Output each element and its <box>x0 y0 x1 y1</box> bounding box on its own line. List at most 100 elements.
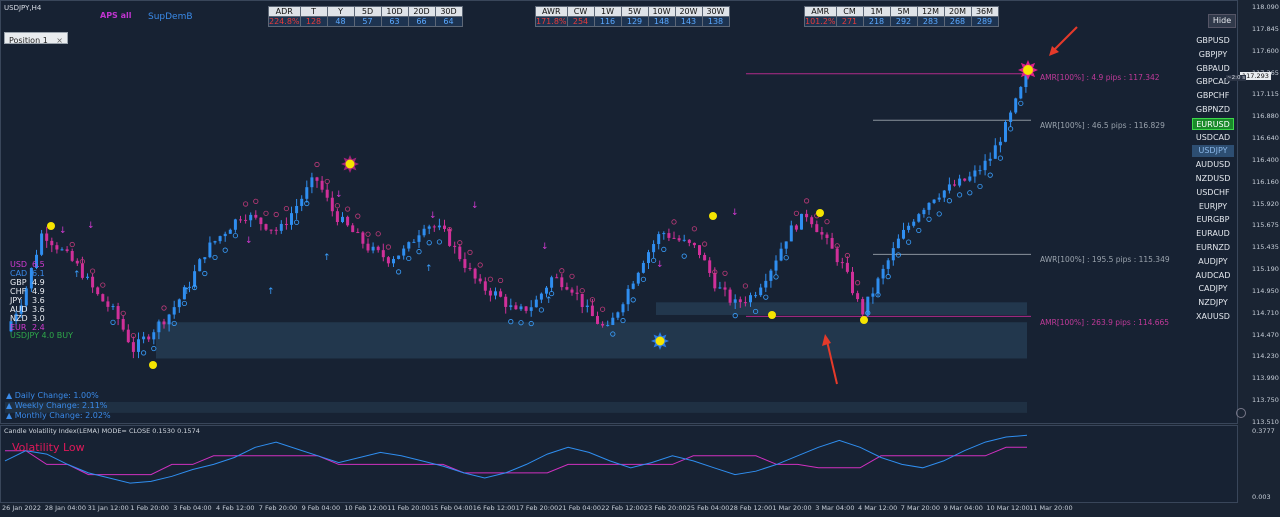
pair-button-cadjpy[interactable]: CADJPY <box>1192 283 1234 295</box>
candle-body <box>993 145 997 159</box>
time-tick-label: 22 Feb 12:00 <box>601 504 644 512</box>
candle-body <box>254 214 258 218</box>
candle-body <box>856 293 860 300</box>
pair-button-eurgbp[interactable]: EURGBP <box>1192 214 1234 226</box>
pair-button-usdcad[interactable]: USDCAD <box>1192 132 1234 144</box>
candle-body <box>687 239 691 243</box>
pair-button-gbpjpy[interactable]: GBPJPY <box>1192 49 1234 61</box>
trend-dot <box>916 227 922 234</box>
main-chart-pane[interactable]: ↑ ↑ ↑ ↑ ↑ ↑ ↓ ↓ ↓ ↓ ↓ ↓ ↓ ↓ ↓ <box>0 0 1238 424</box>
candle-body <box>932 199 936 203</box>
price-tick-label: 117.845 <box>1252 24 1279 33</box>
candle-body <box>1004 121 1007 142</box>
trend-dot <box>477 262 483 268</box>
pair-button-eurusd[interactable]: EURUSD <box>1192 117 1234 130</box>
candle-body <box>983 160 987 171</box>
candle-body <box>351 225 355 233</box>
sell-arrow-icon: ↓ <box>541 242 549 252</box>
candle-body <box>305 187 309 199</box>
candle-body <box>443 225 446 229</box>
currency-strength-row: GBP 4.9 <box>10 278 45 287</box>
pair-button-eurjpy[interactable]: EURJPY <box>1192 201 1234 213</box>
pair-button-xauusd[interactable]: XAUUSD <box>1192 311 1234 323</box>
candle-body <box>295 205 299 214</box>
pair-button-nzdusd[interactable]: NZDUSD <box>1192 173 1234 185</box>
time-tick-label: 17 Feb 20:00 <box>515 504 559 512</box>
pair-button-euraud[interactable]: EURAUD <box>1192 228 1234 240</box>
indicator-min-label: 0.003 <box>1252 493 1271 501</box>
stats-header-cell: AWR <box>535 6 568 17</box>
trend-dot <box>212 254 218 261</box>
candle-body <box>330 197 334 212</box>
price-tick-label: 114.230 <box>1252 352 1279 361</box>
stats-header-cell: 5D <box>353 6 382 17</box>
candle-body <box>861 299 865 315</box>
candle-body <box>244 219 248 221</box>
position-box[interactable]: Position 1 × <box>4 32 68 47</box>
annotation-arrow <box>1052 26 1078 52</box>
hide-button[interactable]: Hide <box>1208 14 1236 28</box>
volatility-indicator-pane[interactable] <box>0 425 1238 503</box>
pair-button-gbpchf[interactable]: GBPCHF <box>1192 90 1234 102</box>
trend-dot <box>69 241 75 248</box>
pair-button-usdjpy[interactable]: USDJPY <box>1192 145 1234 158</box>
pair-button-gbpaud[interactable]: GBPAUD <box>1192 63 1234 75</box>
candle-body <box>40 233 44 255</box>
candle-body <box>1019 87 1023 99</box>
buy-arrow-icon: ↑ <box>425 264 433 274</box>
candle-body <box>672 237 676 239</box>
candle-body <box>264 224 268 230</box>
trend-dot <box>691 226 698 232</box>
swing-point-dot <box>149 361 157 369</box>
candle-body <box>361 232 365 244</box>
stats-header-cell: 20M <box>943 6 972 17</box>
candle-body <box>55 245 59 250</box>
pair-button-audjpy[interactable]: AUDJPY <box>1192 256 1234 268</box>
pair-button-usdchf[interactable]: USDCHF <box>1192 187 1234 199</box>
candle-body <box>126 329 130 343</box>
volatility-signal-line <box>5 446 1027 476</box>
candle-body <box>662 233 666 235</box>
trend-dot <box>395 269 402 275</box>
stats-value-cell: 138 <box>701 16 730 27</box>
sell-arrow-icon: ↓ <box>429 211 437 221</box>
candle-body <box>412 241 416 243</box>
candle-body <box>116 306 120 320</box>
candle-body <box>208 242 212 258</box>
pair-button-eurnzd[interactable]: EURNZD <box>1192 242 1234 254</box>
candle-body <box>851 271 854 294</box>
candle-body <box>733 299 737 303</box>
candle-body <box>80 263 84 278</box>
pair-button-nzdjpy[interactable]: NZDJPY <box>1192 297 1234 309</box>
candle-body <box>50 240 54 246</box>
candle-body <box>91 276 95 288</box>
pair-button-audusd[interactable]: AUDUSD <box>1192 159 1234 171</box>
settings-circle-icon[interactable] <box>1236 408 1246 418</box>
time-axis[interactable]: 26 Jan 2022 28 Jan 04:00 31 Jan 12:00 1 Feb… <box>0 503 1238 517</box>
position-close-icon[interactable]: × <box>56 35 63 47</box>
currency-strength-row: AUD 3.6 <box>10 305 45 314</box>
candle-body <box>468 267 472 269</box>
candle-body <box>131 342 135 352</box>
candle-body <box>427 226 431 229</box>
pair-button-gbpusd[interactable]: GBPUSD <box>1192 35 1234 47</box>
pair-button-gbpnzd[interactable]: GBPNZD <box>1192 104 1234 116</box>
candle-body <box>499 291 503 297</box>
currency-strength-row: CHF 4.9 <box>10 287 45 296</box>
candle-body <box>386 257 390 264</box>
trend-dot <box>661 246 667 253</box>
candle-body <box>667 233 671 238</box>
daily-change: ▲ Daily Change: 1.00% <box>6 391 99 400</box>
candle-body <box>626 288 630 305</box>
stats-value-cell: 57 <box>353 16 382 27</box>
candle-body <box>539 293 543 300</box>
pair-button-audcad[interactable]: AUDCAD <box>1192 270 1234 282</box>
candle-body <box>927 202 931 210</box>
stats-header-cell: 5W <box>620 6 649 17</box>
trend-dot <box>987 172 993 178</box>
time-tick-label: 1 Mar 20:00 <box>772 504 812 512</box>
candle-body <box>830 237 834 249</box>
stats-value-cell: 101.2% <box>804 16 837 27</box>
time-tick-label: 28 Feb 12:00 <box>729 504 773 512</box>
candle-body <box>422 228 426 236</box>
